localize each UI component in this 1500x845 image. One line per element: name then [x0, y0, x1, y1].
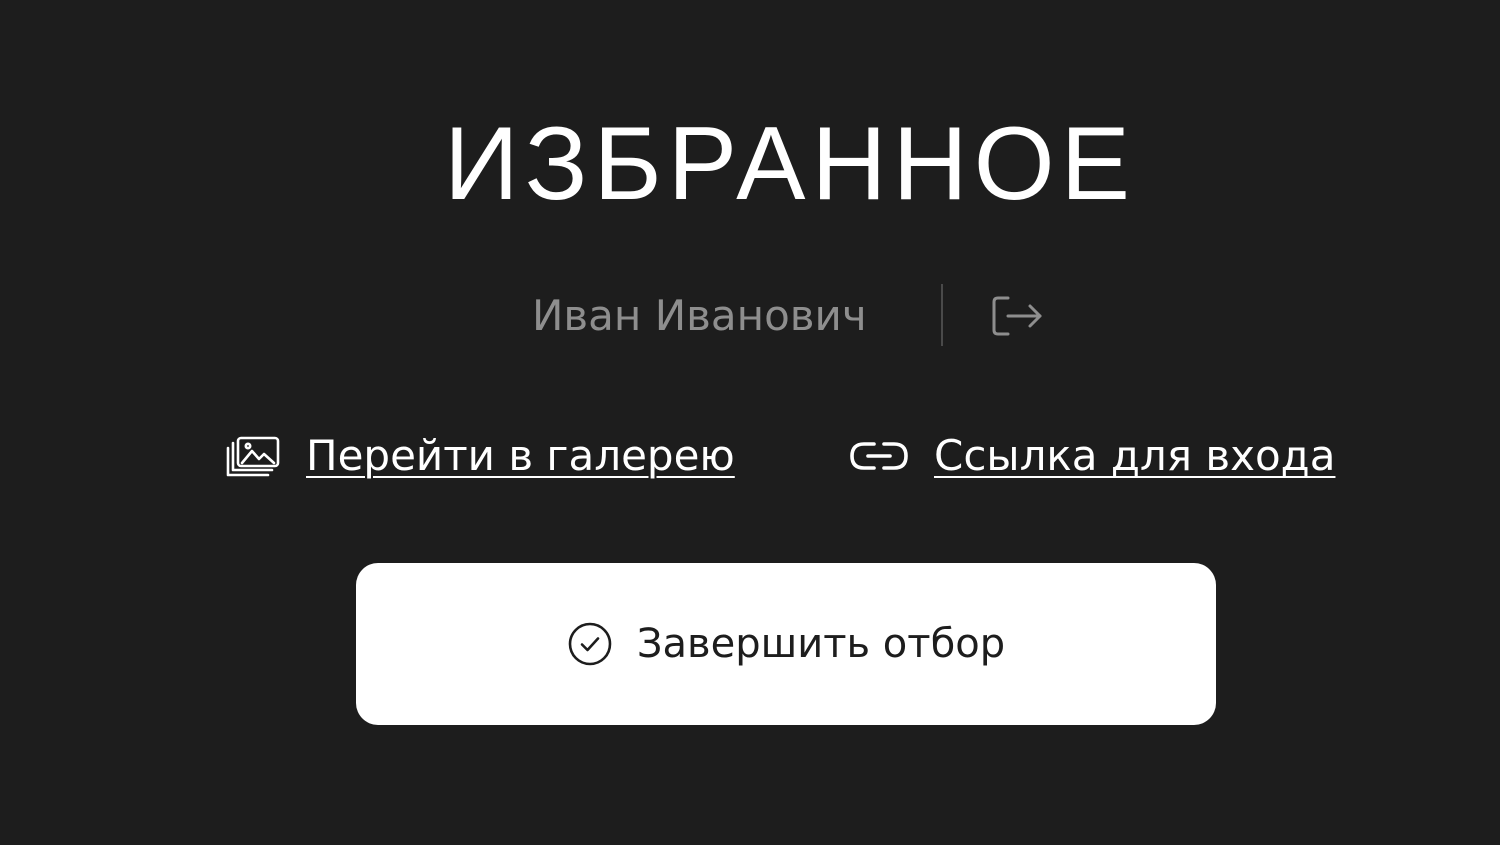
- login-link[interactable]: Ссылка для входа: [848, 426, 1335, 486]
- user-bar: Иван Иванович: [0, 284, 1500, 346]
- link-icon: [848, 436, 910, 476]
- logout-icon: [992, 296, 1042, 336]
- logout-button[interactable]: [990, 294, 1046, 338]
- page-title: ИЗБРАННОЕ: [443, 106, 1137, 222]
- links-row: Перейти в галерею Ссылка для входа: [0, 426, 1500, 486]
- gallery-icon: [224, 434, 282, 478]
- login-link-label: Ссылка для входа: [934, 431, 1336, 480]
- finish-selection-label: Завершить отбор: [636, 621, 1006, 667]
- check-circle-icon: [567, 621, 613, 667]
- finish-selection-button[interactable]: Завершить отбор: [356, 563, 1216, 725]
- gallery-link-label: Перейти в галерею: [306, 431, 735, 480]
- user-divider: [941, 284, 943, 346]
- user-name: Иван Иванович: [532, 291, 867, 340]
- gallery-link[interactable]: Перейти в галерею: [224, 426, 735, 486]
